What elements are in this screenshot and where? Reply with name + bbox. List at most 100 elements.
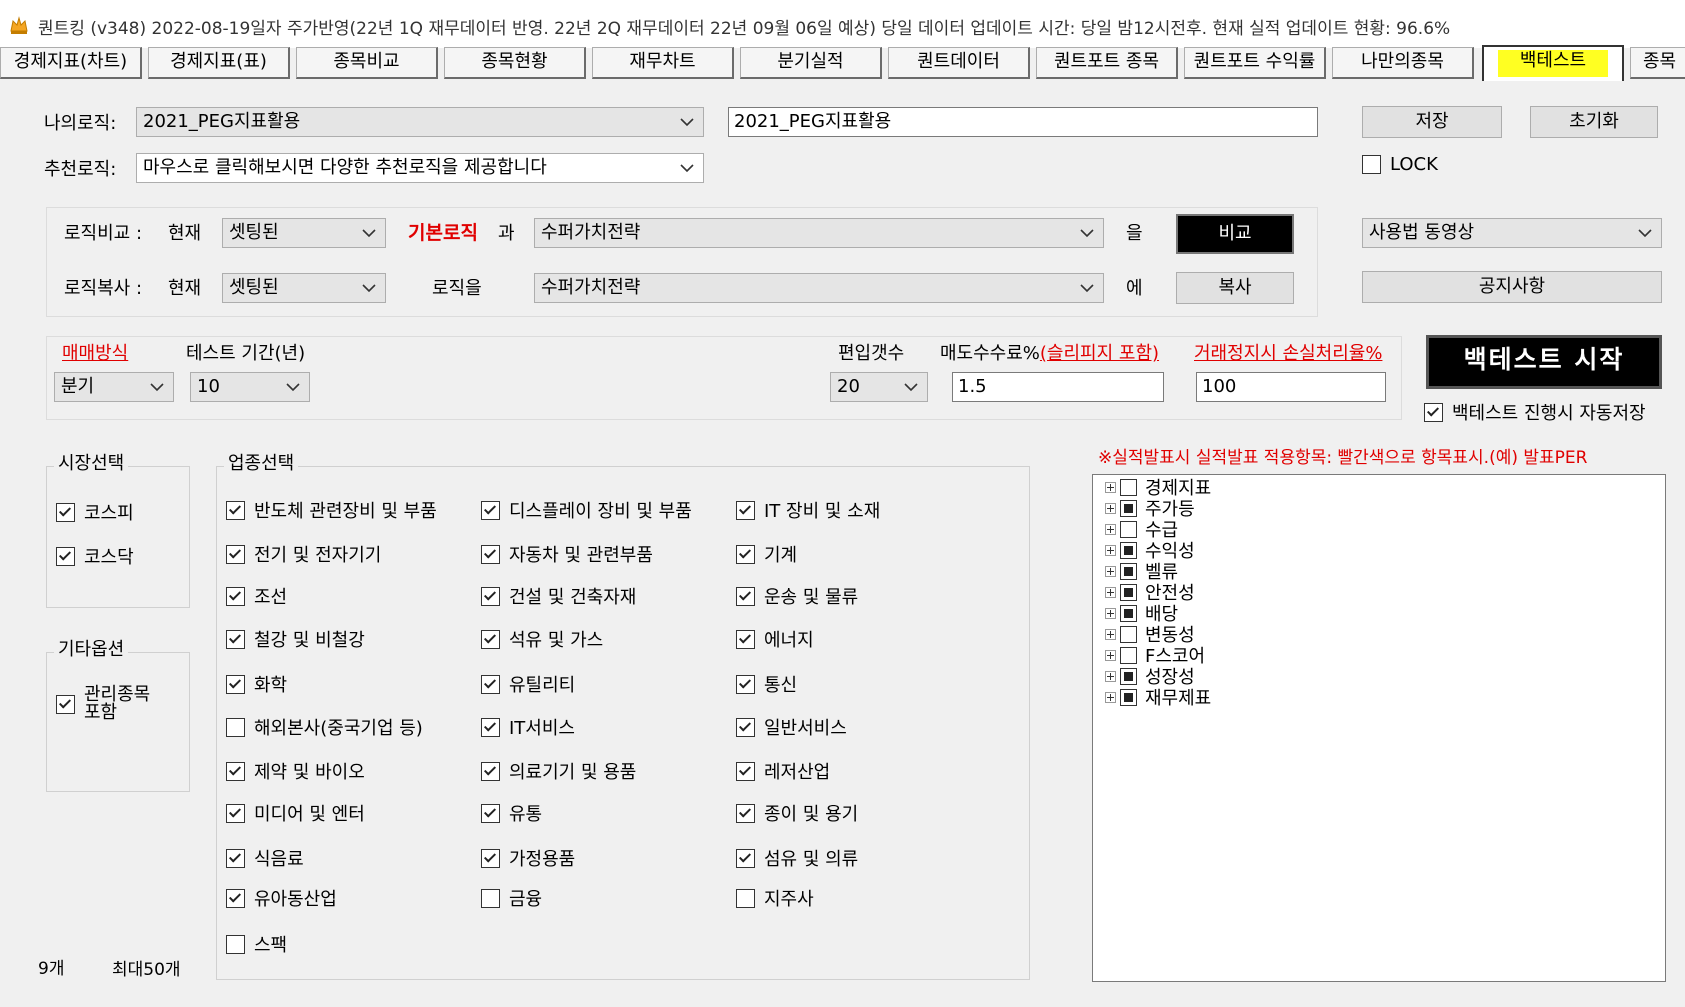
tree-checkbox[interactable]: [1120, 478, 1137, 496]
backtest-start-button[interactable]: 백테스트 시작: [1426, 335, 1662, 389]
copy-target-select[interactable]: 수퍼가치전략: [534, 273, 1104, 303]
tree-item[interactable]: 경제지표: [1105, 477, 1211, 499]
expand-icon[interactable]: [1105, 481, 1116, 493]
sector-checkbox[interactable]: 전기 및 전자기기: [226, 542, 381, 566]
copy-button[interactable]: 복사: [1176, 272, 1294, 304]
tree-checkbox[interactable]: [1120, 625, 1137, 643]
sector-checkbox[interactable]: 금융: [481, 886, 542, 910]
sector-checkbox[interactable]: 식음료: [226, 846, 304, 870]
sector-checkbox[interactable]: 화학: [226, 672, 287, 696]
sector-checkbox[interactable]: 유통: [481, 801, 542, 825]
tab-backtest[interactable]: 백테스트: [1482, 45, 1624, 81]
tree-item[interactable]: 수익성: [1105, 540, 1195, 562]
expand-icon[interactable]: [1105, 544, 1116, 556]
sector-checkbox[interactable]: IT 장비 및 소재: [736, 498, 880, 522]
sector-checkbox[interactable]: 가정용품: [481, 846, 575, 870]
tree-item[interactable]: 안전성: [1105, 582, 1195, 604]
tab-more[interactable]: 종목: [1630, 47, 1685, 79]
autosave-checkbox[interactable]: 백테스트 진행시 자동저장: [1424, 400, 1646, 424]
tree-item[interactable]: 수급: [1105, 519, 1178, 541]
expand-icon[interactable]: [1105, 691, 1116, 703]
num-stocks-select[interactable]: 20: [830, 372, 928, 402]
sector-checkbox[interactable]: 유아동산업: [226, 886, 337, 910]
tree-item[interactable]: 주가등: [1105, 498, 1195, 520]
tree-item[interactable]: 배당: [1105, 603, 1178, 625]
tree-checkbox[interactable]: [1120, 604, 1137, 622]
expand-icon[interactable]: [1105, 565, 1116, 577]
kospi-box[interactable]: [56, 502, 75, 522]
expand-icon[interactable]: [1105, 586, 1116, 598]
sector-checkbox[interactable]: 지주사: [736, 886, 814, 910]
notice-button[interactable]: 공지사항: [1362, 271, 1662, 303]
sector-checkbox[interactable]: 자동차 및 관련부품: [481, 542, 653, 566]
sector-checkbox[interactable]: 조선: [226, 584, 287, 608]
sector-checkbox[interactable]: 섬유 및 의류: [736, 846, 858, 870]
sector-checkbox[interactable]: 기계: [736, 542, 797, 566]
tab-finance-chart[interactable]: 재무차트: [592, 47, 734, 79]
trade-method-select[interactable]: 분기: [54, 372, 174, 402]
expand-icon[interactable]: [1105, 607, 1116, 619]
sector-checkbox[interactable]: 통신: [736, 672, 797, 696]
tab-stock-compare[interactable]: 종목비교: [296, 47, 438, 79]
sector-checkbox[interactable]: 철강 및 비철강: [226, 627, 365, 651]
tab-economy-chart[interactable]: 경제지표(차트): [0, 47, 142, 79]
compare-target-select[interactable]: 수퍼가치전략: [534, 218, 1104, 248]
copy-current-select[interactable]: 셋팅된: [222, 273, 386, 303]
tab-quant-data[interactable]: 퀀트데이터: [888, 47, 1030, 79]
trade-method-link[interactable]: 매매방식: [62, 342, 128, 366]
expand-icon[interactable]: [1105, 523, 1116, 535]
tree-checkbox[interactable]: [1120, 583, 1137, 601]
expand-icon[interactable]: [1105, 628, 1116, 640]
tab-economy-table[interactable]: 경제지표(표): [148, 47, 290, 79]
tree-checkbox[interactable]: [1120, 667, 1137, 685]
halt-loss-link[interactable]: 거래정지시 손실처리율%: [1194, 342, 1382, 366]
include-managed-box[interactable]: [56, 694, 75, 714]
indicator-tree[interactable]: 경제지표 주가등 수급 수익성 벨류 안전성 배당 변동성 F스코어 성장성 재…: [1092, 474, 1666, 982]
tree-item[interactable]: 변동성: [1105, 624, 1195, 646]
market-kosdaq-checkbox[interactable]: 코스닥: [56, 544, 134, 568]
sector-checkbox[interactable]: 레저산업: [736, 759, 830, 783]
tree-checkbox[interactable]: [1120, 646, 1137, 664]
sector-checkbox[interactable]: 일반서비스: [736, 715, 847, 739]
logic-name-input[interactable]: 2021_PEG지표활용: [728, 107, 1318, 137]
lock-checkbox[interactable]: LOCK: [1362, 152, 1438, 176]
sector-checkbox[interactable]: 유틸리티: [481, 672, 575, 696]
tab-quantport-returns[interactable]: 퀀트포트 수익률: [1184, 47, 1326, 79]
lock-box[interactable]: [1362, 154, 1381, 174]
halt-loss-input[interactable]: 100: [1196, 372, 1386, 402]
fee-input[interactable]: 1.5: [952, 372, 1164, 402]
reset-button[interactable]: 초기화: [1530, 106, 1658, 138]
tab-quantport-stocks[interactable]: 퀀트포트 종목: [1036, 47, 1178, 79]
tab-stock-status[interactable]: 종목현황: [444, 47, 586, 79]
slippage-link[interactable]: (슬리피지 포함): [1040, 343, 1159, 364]
sector-checkbox[interactable]: 건설 및 건축자재: [481, 584, 636, 608]
sector-checkbox[interactable]: 스팩: [226, 932, 287, 956]
expand-icon[interactable]: [1105, 670, 1116, 682]
sector-checkbox[interactable]: 의료기기 및 용품: [481, 759, 636, 783]
test-period-select[interactable]: 10: [190, 372, 310, 402]
sector-checkbox[interactable]: 반도체 관련장비 및 부품: [226, 498, 437, 522]
sector-checkbox[interactable]: 종이 및 용기: [736, 801, 858, 825]
tree-item[interactable]: 재무제표: [1105, 687, 1211, 709]
autosave-box[interactable]: [1424, 402, 1443, 422]
market-kospi-checkbox[interactable]: 코스피: [56, 500, 134, 524]
save-button[interactable]: 저장: [1362, 106, 1502, 138]
tree-item[interactable]: 성장성: [1105, 666, 1195, 688]
expand-icon[interactable]: [1105, 649, 1116, 661]
tab-quarter-results[interactable]: 분기실적: [740, 47, 882, 79]
kosdaq-box[interactable]: [56, 546, 75, 566]
recommend-logic-select[interactable]: 마우스로 클릭해보시면 다양한 추천로직을 제공합니다: [136, 153, 704, 183]
tree-item[interactable]: F스코어: [1105, 645, 1205, 667]
tree-checkbox[interactable]: [1120, 562, 1137, 580]
sector-checkbox[interactable]: 운송 및 물류: [736, 584, 858, 608]
compare-button[interactable]: 비교: [1176, 214, 1294, 254]
include-managed-checkbox[interactable]: 관리종목 포함: [56, 686, 150, 722]
tree-checkbox[interactable]: [1120, 541, 1137, 559]
my-logic-select[interactable]: 2021_PEG지표활용: [136, 107, 704, 137]
tab-my-stocks[interactable]: 나만의종목: [1332, 47, 1474, 79]
tree-checkbox[interactable]: [1120, 499, 1137, 517]
compare-current-select[interactable]: 셋팅된: [222, 218, 386, 248]
expand-icon[interactable]: [1105, 502, 1116, 514]
sector-checkbox[interactable]: 해외본사(중국기업 등): [226, 715, 423, 739]
sector-checkbox[interactable]: IT서비스: [481, 715, 575, 739]
